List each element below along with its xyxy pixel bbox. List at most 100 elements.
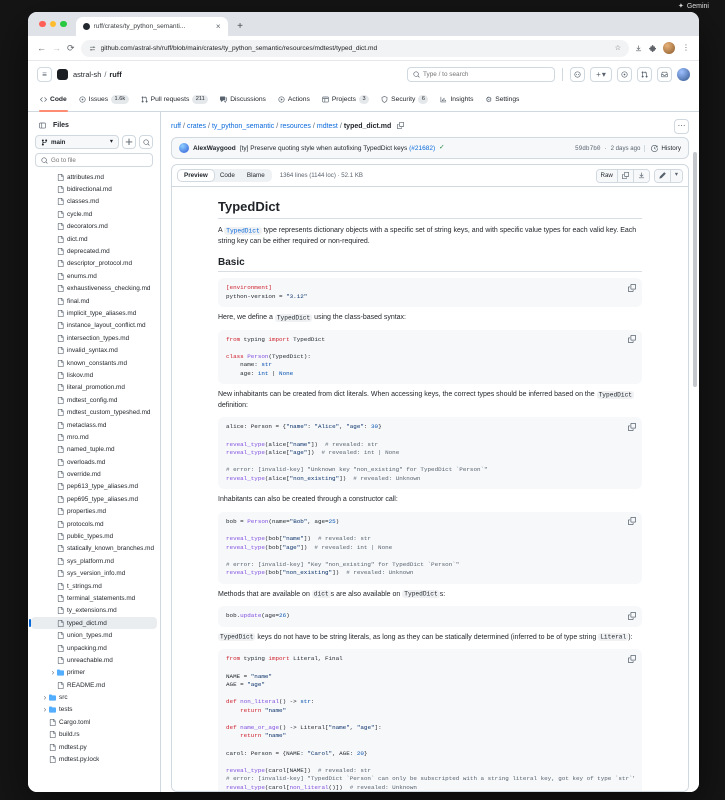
raw-button[interactable]: Raw	[597, 170, 618, 182]
tree-item-known_constants.md[interactable]: known_constants.md	[31, 357, 157, 369]
tab-blame[interactable]: Blame	[241, 170, 271, 181]
tree-item-typed_dict.md[interactable]: typed_dict.md	[31, 617, 157, 629]
close-window-button[interactable]	[39, 21, 46, 28]
tree-item-pep695_type_aliases.md[interactable]: pep695_type_aliases.md	[31, 493, 157, 505]
tab-code[interactable]: Code	[214, 170, 241, 181]
browser-menu-button[interactable]: ⋮	[682, 44, 690, 52]
tree-item-mro.md[interactable]: mro.md	[31, 431, 157, 443]
copy-code-button[interactable]	[625, 333, 638, 346]
copy-code-button[interactable]	[625, 652, 638, 665]
tree-item-exhaustiveness_checking.md[interactable]: exhaustiveness_checking.md	[31, 283, 157, 295]
tree-item-literal_promotion.md[interactable]: literal_promotion.md	[31, 382, 157, 394]
commit-sha[interactable]: 59db7b0	[575, 145, 601, 152]
tree-item-unpacking.md[interactable]: unpacking.md	[31, 642, 157, 654]
close-tab-button[interactable]: ×	[216, 23, 221, 31]
tree-item-union_types.md[interactable]: union_types.md	[31, 629, 157, 641]
inline-code-link[interactable]: TypedDict	[224, 227, 261, 235]
download-file-button[interactable]	[634, 170, 649, 182]
tree-item-properties.md[interactable]: properties.md	[31, 506, 157, 518]
tree-item-mdtest.py[interactable]: mdtest.py	[31, 741, 157, 753]
browser-tab[interactable]: ruff/crates/ty_python_semanti... ×	[76, 17, 228, 36]
chevron-right-icon[interactable]	[41, 695, 49, 701]
tree-item-terminal_statements.md[interactable]: terminal_statements.md	[31, 592, 157, 604]
tree-item-metaclass.md[interactable]: metaclass.md	[31, 419, 157, 431]
copy-code-button[interactable]	[625, 515, 638, 528]
tree-item-mdtest_config.md[interactable]: mdtest_config.md	[31, 394, 157, 406]
tree-item-cycle.md[interactable]: cycle.md	[31, 208, 157, 220]
tree-item-ty_extensions.md[interactable]: ty_extensions.md	[31, 605, 157, 617]
inbox-button[interactable]	[657, 67, 672, 82]
tree-item-override.md[interactable]: override.md	[31, 468, 157, 480]
bookmark-star-icon[interactable]: ☆	[615, 45, 621, 52]
tree-item-instance_layout_conflict.md[interactable]: instance_layout_conflict.md	[31, 320, 157, 332]
extensions-button[interactable]	[649, 45, 656, 52]
tree-item-sys_platform.md[interactable]: sys_platform.md	[31, 555, 157, 567]
url-text[interactable]: github.com/astral-sh/ruff/blob/main/crat…	[101, 45, 610, 52]
add-file-button[interactable]: +	[122, 135, 136, 149]
create-new-button[interactable]: +▾	[590, 67, 612, 82]
reload-button[interactable]: ⟳	[67, 44, 75, 53]
tree-item-deprecated.md[interactable]: deprecated.md	[31, 245, 157, 257]
new-tab-button[interactable]: +	[233, 19, 248, 34]
tree-item-invalid_syntax.md[interactable]: invalid_syntax.md	[31, 344, 157, 356]
tree-item-liskov.md[interactable]: liskov.md	[31, 369, 157, 381]
forward-button[interactable]: →	[52, 44, 61, 53]
tree-item-decorators.md[interactable]: decorators.md	[31, 221, 157, 233]
nav-tab-projects[interactable]: Projects3	[317, 88, 374, 111]
tree-item-unreachable.md[interactable]: unreachable.md	[31, 654, 157, 666]
downloads-button[interactable]	[635, 45, 642, 52]
nav-tab-code[interactable]: Code	[35, 88, 72, 111]
nav-tab-pull-requests[interactable]: Pull requests211	[136, 88, 214, 111]
edit-dropdown-button[interactable]: ▾	[671, 170, 682, 182]
tree-item-mdtest_custom_typeshed.md[interactable]: mdtest_custom_typeshed.md	[31, 406, 157, 418]
commit-author-avatar[interactable]	[179, 143, 189, 153]
page-scrollbar[interactable]	[693, 152, 697, 387]
repo-link[interactable]: ruff	[109, 70, 121, 79]
edit-file-button[interactable]	[655, 170, 671, 182]
browser-profile-avatar[interactable]	[663, 42, 675, 54]
tree-item-classes.md[interactable]: classes.md	[31, 196, 157, 208]
tree-item-intersection_types.md[interactable]: intersection_types.md	[31, 332, 157, 344]
breadcrumb-crates[interactable]: crates	[187, 123, 206, 130]
tree-item-primer[interactable]: primer	[31, 667, 157, 679]
file-options-button[interactable]: ⋯	[674, 119, 689, 134]
address-bar[interactable]: github.com/astral-sh/ruff/blob/main/crat…	[81, 40, 629, 57]
commit-message[interactable]: [ty] Preserve quoting style when autofix…	[240, 145, 435, 152]
org-avatar[interactable]	[57, 69, 68, 80]
gemini-menu-item[interactable]: Gemini	[687, 3, 709, 10]
go-to-file[interactable]	[35, 153, 153, 167]
copy-code-button[interactable]	[625, 420, 638, 433]
nav-tab-insights[interactable]: Insights	[435, 88, 478, 111]
branch-selector[interactable]: main ▾	[35, 135, 119, 149]
copy-code-button[interactable]	[625, 609, 638, 622]
tree-item-sys_version_info.md[interactable]: sys_version_info.md	[31, 568, 157, 580]
tree-item-implicit_type_aliases.md[interactable]: implicit_type_aliases.md	[31, 307, 157, 319]
tree-item-src[interactable]: src	[31, 691, 157, 703]
tree-item-overloads.md[interactable]: overloads.md	[31, 456, 157, 468]
your-issues-button[interactable]	[617, 67, 632, 82]
global-search[interactable]	[407, 67, 555, 82]
copilot-button[interactable]	[570, 67, 585, 82]
history-button[interactable]: History	[644, 145, 681, 152]
tree-item-pep613_type_aliases.md[interactable]: pep613_type_aliases.md	[31, 481, 157, 493]
breadcrumb-resources[interactable]: resources	[280, 123, 311, 130]
chevron-right-icon[interactable]	[49, 670, 57, 676]
tree-item-attributes.md[interactable]: attributes.md	[31, 171, 157, 183]
collapse-file-tree-button[interactable]	[35, 118, 49, 132]
breadcrumb-mdtest[interactable]: mdtest	[317, 123, 338, 130]
nav-tab-security[interactable]: Security6	[376, 88, 433, 111]
hamburger-menu-button[interactable]: ≡	[37, 67, 52, 82]
copy-path-button[interactable]	[397, 122, 404, 131]
search-this-repo-button[interactable]	[139, 135, 153, 149]
tree-item-descriptor_protocol.md[interactable]: descriptor_protocol.md	[31, 258, 157, 270]
commit-pr-link[interactable]: (#21682)	[409, 145, 435, 152]
tree-item-Cargo.toml[interactable]: Cargo.toml	[31, 716, 157, 728]
nav-tab-discussions[interactable]: Discussions	[215, 88, 271, 111]
go-to-file-input[interactable]	[51, 157, 147, 164]
minimize-window-button[interactable]	[50, 21, 57, 28]
tree-item-t_strings.md[interactable]: t_strings.md	[31, 580, 157, 592]
zoom-window-button[interactable]	[60, 21, 67, 28]
org-link[interactable]: astral-sh	[73, 70, 101, 79]
tree-item-public_types.md[interactable]: public_types.md	[31, 530, 157, 542]
copy-file-button[interactable]	[618, 170, 634, 182]
